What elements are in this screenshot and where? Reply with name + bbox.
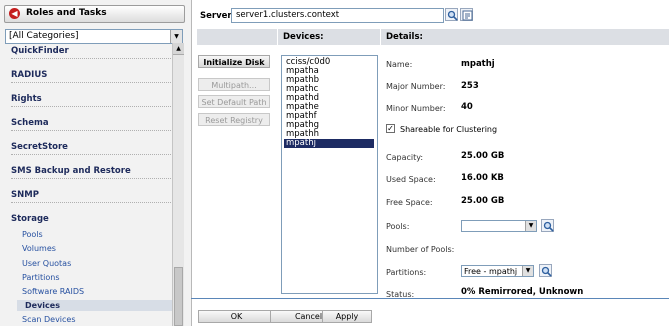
capacity-label: Capacity: (386, 153, 424, 162)
set-default-path-button[interactable]: Set Default Path (198, 95, 270, 108)
multipath-button[interactable]: Multipath... (198, 78, 270, 91)
storage-link-pools[interactable]: Pools (22, 230, 43, 239)
used-space-value: 16.00 KB (461, 173, 504, 183)
storage-link-devices[interactable]: Devices (17, 300, 172, 311)
free-space-label: Free Space: (386, 198, 433, 207)
scrollbar-thumb[interactable] (174, 267, 183, 326)
actions-column-header (197, 29, 277, 45)
chevron-down-icon[interactable]: ▼ (170, 30, 182, 43)
used-space-label: Used Space: (386, 175, 436, 184)
collapse-arrow-icon[interactable]: ◀ (9, 8, 20, 19)
partitions-select-value: Free - mpathj (464, 267, 518, 276)
sidebar-item-quickfinder[interactable]: QuickFinder (11, 46, 171, 59)
storage-link-volumes[interactable]: Volumes (22, 244, 56, 253)
capacity-value: 25.00 GB (461, 151, 505, 161)
pools-label: Pools: (386, 222, 410, 231)
devices-list[interactable]: cciss/c0d0 mpatha mpathb mpathc mpathd m… (281, 55, 378, 294)
chevron-down-icon[interactable]: ▼ (522, 266, 533, 276)
number-of-pools-label: Number of Pools: (386, 245, 455, 254)
minor-number-value: 40 (461, 102, 473, 112)
storage-link-user-quotas[interactable]: User Quotas (22, 259, 71, 268)
minor-number-label: Minor Number: (386, 104, 446, 113)
major-number-value: 253 (461, 81, 479, 91)
roles-and-tasks-header[interactable]: ◀ Roles and Tasks (4, 5, 185, 23)
scroll-up-icon[interactable]: ▲ (173, 43, 184, 55)
magnifier-icon (541, 266, 552, 277)
shareable-checkbox[interactable]: ✓ (386, 124, 395, 133)
free-space-value: 25.00 GB (461, 196, 505, 206)
chevron-down-icon[interactable]: ▼ (525, 221, 536, 231)
sidebar-item-sms-backup[interactable]: SMS Backup and Restore (11, 166, 171, 179)
server-browse-button[interactable] (445, 8, 458, 21)
name-value: mpathj (461, 59, 495, 69)
server-field[interactable]: server1.clusters.context (231, 8, 444, 23)
magnifier-icon (447, 10, 458, 21)
sidebar-item-snmp[interactable]: SNMP (11, 190, 171, 203)
details-column-header: Details: (381, 29, 669, 45)
list-item-selected[interactable]: mpathj (284, 139, 374, 148)
status-value: 0% Remirrored, Unknown (461, 287, 584, 297)
sidebar-item-storage[interactable]: Storage (11, 214, 171, 226)
pools-details-button[interactable] (541, 219, 554, 232)
pools-select[interactable]: ▼ (461, 220, 537, 232)
shareable-label: Shareable for Clustering (400, 125, 498, 134)
sidebar-item-radius[interactable]: RADIUS (11, 70, 171, 83)
reset-registry-button[interactable]: Reset Registry (198, 113, 270, 126)
sidebar-title: Roles and Tasks (26, 8, 107, 18)
sidebar-scrollbar[interactable]: ▲ (172, 43, 184, 326)
storage-link-partitions[interactable]: Partitions (22, 273, 60, 282)
server-history-button[interactable] (460, 8, 473, 21)
magnifier-icon (543, 221, 554, 232)
partitions-select[interactable]: Free - mpathj ▼ (461, 265, 534, 277)
ok-button[interactable]: OK (198, 310, 275, 323)
category-select-value: [All Categories] (9, 31, 79, 41)
major-number-label: Major Number: (386, 82, 446, 91)
task-nav: QuickFinder RADIUS Rights Schema SecretS… (5, 43, 172, 326)
server-label: Server: (200, 11, 235, 21)
footer-divider (191, 298, 669, 299)
category-select[interactable]: [All Categories] ▼ (5, 29, 183, 44)
history-icon (462, 10, 473, 21)
storage-link-software-raids[interactable]: Software RAIDS (22, 287, 84, 296)
partitions-details-button[interactable] (539, 264, 552, 277)
partitions-label: Partitions: (386, 268, 427, 277)
devices-column-header: Devices: (278, 29, 380, 45)
initialize-disk-button[interactable]: Initialize Disk (198, 55, 270, 68)
apply-button[interactable]: Apply (322, 310, 372, 323)
server-field-value: server1.clusters.context (236, 10, 340, 20)
name-label: Name: (386, 60, 413, 69)
roles-and-tasks-panel: ◀ Roles and Tasks [All Categories] ▼ Qui… (0, 0, 192, 326)
sidebar-item-secretstore[interactable]: SecretStore (11, 142, 171, 155)
sidebar-item-rights[interactable]: Rights (11, 94, 171, 107)
storage-link-scan-devices[interactable]: Scan Devices (22, 315, 76, 324)
sidebar-item-schema[interactable]: Schema (11, 118, 171, 131)
